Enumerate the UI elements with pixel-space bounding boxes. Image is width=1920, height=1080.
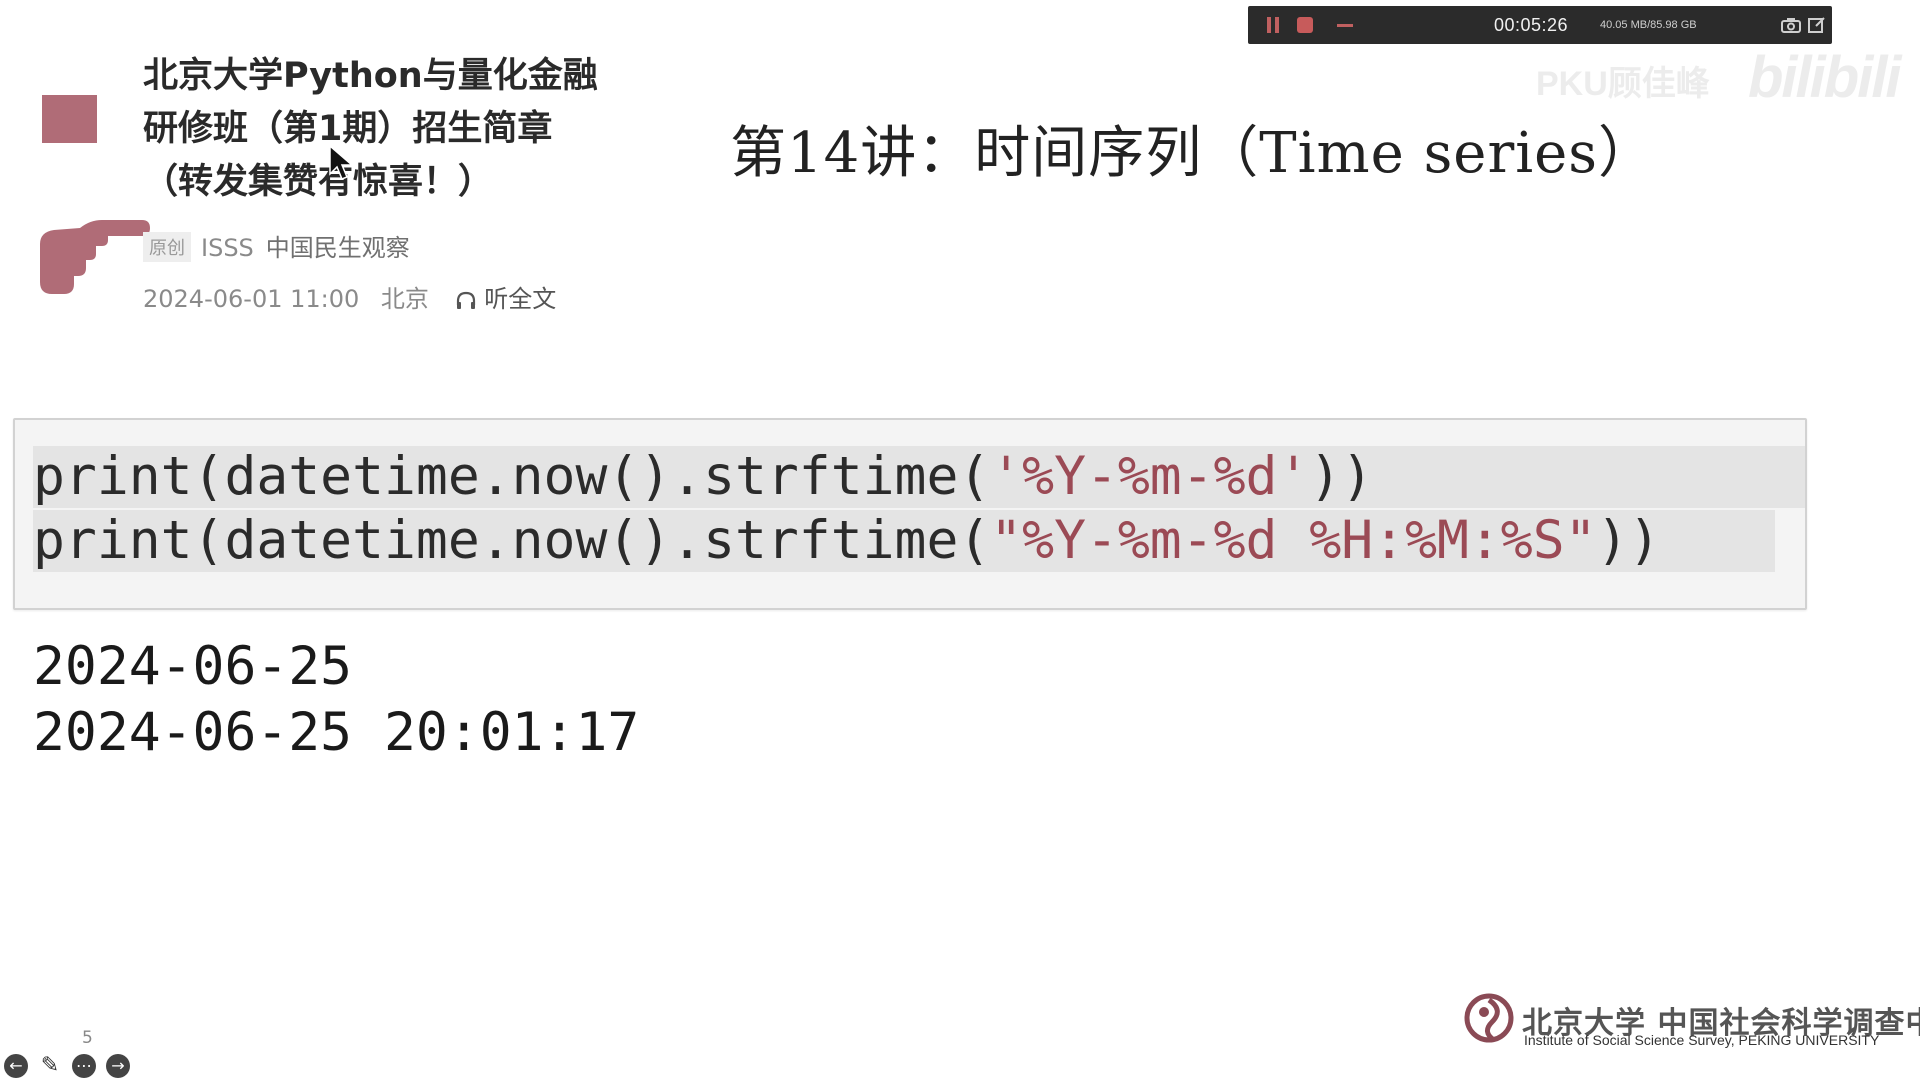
output-line-2: 2024-06-25 20:01:17 [33, 702, 640, 763]
recording-elapsed-time: 00:05:26 [1494, 15, 1569, 35]
institute-logo-icon [1464, 993, 1514, 1043]
article-title-line-2: 研修班（第1期）招生简章 [143, 109, 553, 149]
article-source[interactable]: 中国民生观察 [266, 234, 410, 262]
code-block: print(datetime.now().strftime('%Y-%m-%d'… [13, 418, 1807, 610]
uploader-watermark: PKU顾佳峰 [1536, 65, 1710, 103]
camera-icon[interactable] [1780, 14, 1802, 36]
article-date-row: 2024-06-01 11:00 北京 听全文 [143, 279, 556, 314]
output-line-1: 2024-06-25 [33, 636, 353, 697]
more-options-button[interactable]: ⋯ [72, 1054, 96, 1078]
listen-full-label: 听全文 [484, 285, 557, 313]
article-title[interactable]: 北京大学Python与量化金融 研修班（第1期）招生简章 （转发集赞有惊喜！） [143, 50, 663, 209]
article-title-line-3: （转发集赞有惊喜！） [143, 162, 494, 202]
headphones-icon [456, 291, 475, 309]
recording-storage: 40.05 MB/85.98 GB [1600, 19, 1697, 31]
listen-full-button[interactable]: 听全文 [455, 285, 557, 313]
mouse-cursor-icon [329, 144, 354, 180]
pen-tool-icon[interactable]: ✎ [38, 1054, 62, 1078]
article-author[interactable]: ISSS [201, 234, 254, 262]
slide-page-number: 5 [82, 1028, 93, 1048]
next-slide-button[interactable]: → [106, 1054, 130, 1078]
minimize-icon[interactable] [1334, 14, 1356, 36]
stop-icon[interactable] [1294, 14, 1316, 36]
pointing-hand-icon [40, 220, 150, 294]
lecture-title: 第14讲：时间序列（Time series） [730, 121, 1655, 186]
code-line-2: print(datetime.now().strftime("%Y-%m-%d … [33, 510, 1775, 572]
article-thumbnail [42, 95, 97, 143]
article-location: 北京 [380, 285, 429, 313]
external-edit-icon[interactable] [1806, 14, 1828, 36]
article-meta: 原创 ISSS 中国民生观察 [143, 228, 410, 263]
previous-slide-button[interactable]: ← [4, 1054, 28, 1078]
screen-recorder-bar: 00:05:26 40.05 MB/85.98 GB [1248, 6, 1832, 44]
article-title-line-1: 北京大学Python与量化金融 [143, 56, 598, 96]
code-line-1: print(datetime.now().strftime('%Y-%m-%d'… [33, 446, 1805, 508]
article-date: 2024-06-01 11:00 [143, 285, 360, 313]
pause-icon[interactable] [1262, 14, 1284, 36]
bilibili-watermark: bilibili [1748, 45, 1902, 110]
slide-nav-controls: ← ✎ ⋯ → [4, 1054, 130, 1078]
original-badge: 原创 [143, 232, 191, 262]
institute-name-en: Institute of Social Science Survey, PEKI… [1524, 1032, 1880, 1048]
